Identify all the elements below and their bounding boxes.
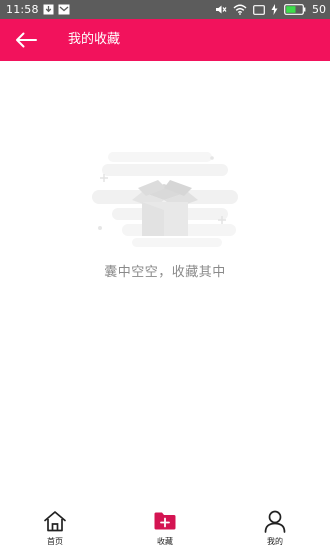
nav-item-mine[interactable]: 我的 (220, 505, 330, 550)
favorites-folder-icon (152, 509, 178, 533)
status-time: 11:58 (6, 3, 39, 16)
page-title: 我的收藏 (68, 32, 121, 47)
nav-item-favorites[interactable]: 收藏 (110, 505, 220, 550)
nav-label-favorites: 收藏 (157, 537, 173, 546)
mute-icon (215, 4, 227, 15)
battery-level: 50 (312, 3, 326, 16)
status-left-group: 11:58 (6, 0, 70, 19)
nav-label-mine: 我的 (267, 537, 283, 546)
arrow-left-icon (16, 32, 37, 48)
charging-icon (271, 4, 278, 15)
message-notification-icon (58, 4, 70, 15)
person-icon (262, 509, 288, 533)
app-bar: 我的收藏 (0, 19, 330, 61)
home-icon (42, 509, 68, 533)
screen-cast-icon (253, 4, 265, 15)
status-right-group: 50 (215, 0, 326, 19)
back-button[interactable] (10, 27, 42, 53)
nav-label-home: 首页 (47, 537, 63, 546)
wifi-icon (233, 4, 247, 15)
empty-box-icon (92, 150, 238, 250)
bottom-nav: 首页 收藏 我的 (0, 505, 330, 550)
nav-item-home[interactable]: 首页 (0, 505, 110, 550)
status-bar: 11:58 50 (0, 0, 330, 19)
download-notification-icon (43, 4, 54, 15)
empty-message: 囊中空空，收藏其中 (104, 265, 226, 280)
battery-icon (284, 4, 306, 15)
